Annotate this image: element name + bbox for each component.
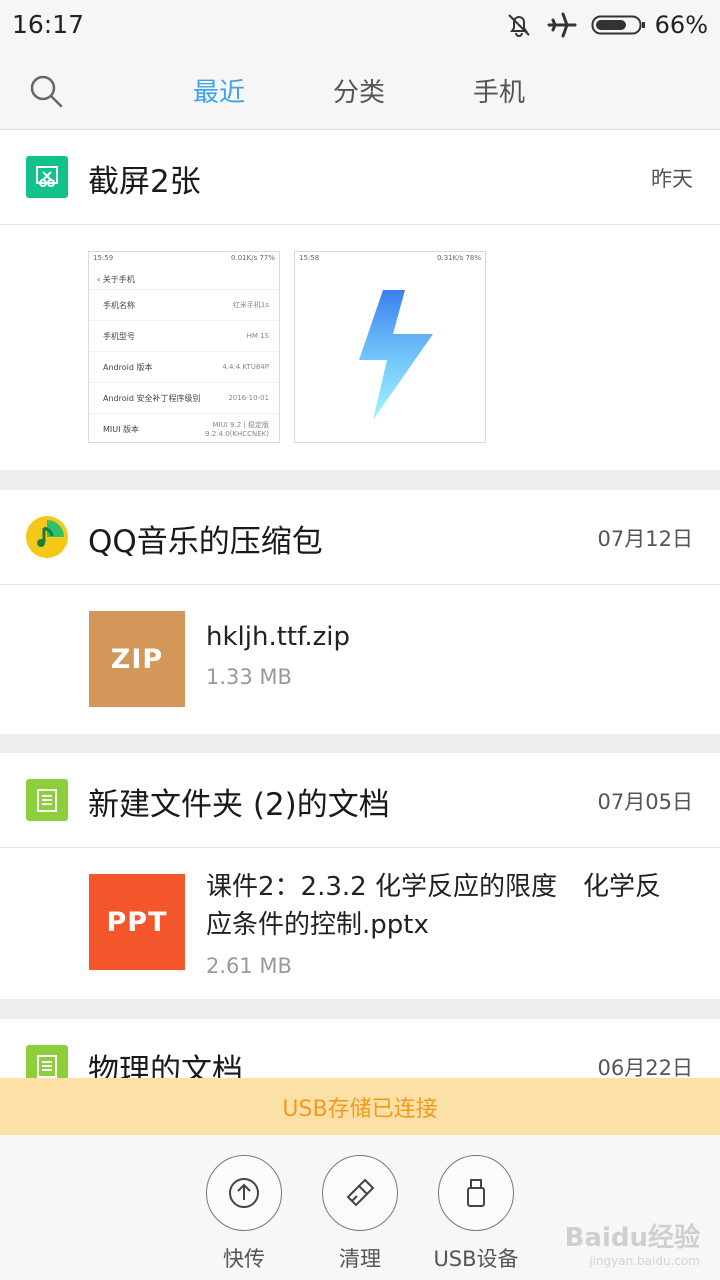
- battery-percent: 66%: [654, 11, 708, 39]
- usb-connected-banner[interactable]: USB存储已连接: [0, 1078, 720, 1135]
- thumb-title-text: 关于手机: [102, 275, 135, 284]
- group-title: 截屏2张: [88, 164, 201, 200]
- thumb-row-label: MIUI 版本: [103, 424, 140, 434]
- thumb-title: ‹ 关于手机: [89, 270, 279, 290]
- group-header[interactable]: 截屏2张 昨天: [0, 130, 720, 225]
- thumb-time: 15:59: [93, 254, 114, 262]
- file-name-line1: 课件2：2.3.2 化学反应的限度 化学反: [206, 872, 661, 902]
- search-button[interactable]: [27, 72, 65, 110]
- group-date: 昨天: [651, 167, 693, 191]
- action-label: 快传: [223, 1247, 265, 1271]
- silent-bell-icon: [505, 11, 533, 39]
- screenshot-thumbnail[interactable]: 15:58 0.31K/s 78%: [294, 251, 486, 443]
- thumb-row-value: 2016-10-01: [228, 394, 269, 402]
- group-new-folder-docs: 新建文件夹 (2)的文档 07月05日 PPT 课件2：2.3.2 化学反应的限…: [0, 753, 720, 999]
- group-title: QQ音乐的压缩包: [88, 524, 323, 560]
- clean-button[interactable]: 清理: [300, 1155, 420, 1273]
- thumb-row-value: MIUI 9.2 | 稳定版 9.2.4.0(KHCCNEK): [205, 421, 269, 438]
- group-date: 07月05日: [597, 790, 693, 814]
- group-screenshots: 截屏2张 昨天 15:59 0.01K/s 77% ‹ 关于手机 手机名称 红米手…: [0, 130, 720, 470]
- screenshot-icon: [26, 156, 68, 198]
- watermark-url: jingyan.baidu.com: [589, 1254, 700, 1268]
- thumb-status: 15:58 0.31K/s 78%: [295, 252, 485, 270]
- file-item[interactable]: PPT 课件2：2.3.2 化学反应的限度 化学反 应条件的控制.pptx 2.…: [0, 848, 720, 999]
- tab-recent[interactable]: 最近: [193, 72, 245, 109]
- quick-transfer-button[interactable]: 快传: [184, 1155, 304, 1273]
- lightning-bolt-icon: [359, 290, 433, 420]
- thumb-row-label: Android 版本: [103, 362, 153, 372]
- group-header[interactable]: 新建文件夹 (2)的文档 07月05日: [0, 753, 720, 848]
- status-bar: 16:17 66%: [0, 0, 720, 52]
- thumb-row: MIUI 版本 MIUI 9.2 | 稳定版 9.2.4.0(KHCCNEK): [89, 414, 279, 442]
- group-date: 07月12日: [597, 527, 693, 551]
- group-qqmusic: QQ音乐的压缩包 07月12日 ZIP hkljh.ttf.zip 1.33 M…: [0, 490, 720, 734]
- thumb-row-label: 手机名称: [103, 300, 135, 310]
- thumb-time: 15:58: [299, 254, 320, 262]
- broom-icon: [322, 1155, 398, 1231]
- thumb-row-value: 4.4.4 KTU84P: [222, 363, 269, 371]
- bottom-action-bar: 快传 清理 USB设备 Baidu经验 jingyan.baidu.com: [0, 1135, 720, 1280]
- qq-music-icon: [26, 516, 68, 558]
- file-size: 2.61 MB: [206, 954, 292, 978]
- group-title: 新建文件夹 (2)的文档: [88, 787, 390, 823]
- file-item[interactable]: ZIP hkljh.ttf.zip 1.33 MB: [0, 585, 720, 734]
- thumb-status: 15:59 0.01K/s 77%: [89, 252, 279, 270]
- thumb-row-value: 红米手机1s: [232, 301, 269, 309]
- usb-device-button[interactable]: USB设备: [416, 1155, 536, 1273]
- thumb-row: Android 安全补丁程序级别 2016-10-01: [89, 383, 279, 414]
- search-icon: [30, 75, 63, 108]
- screenshot-thumbnail[interactable]: 15:59 0.01K/s 77% ‹ 关于手机 手机名称 红米手机1s 手机型号…: [88, 251, 280, 443]
- usb-drive-icon: [438, 1155, 514, 1231]
- thumb-status-right: 0.01K/s 77%: [231, 254, 275, 262]
- file-name-line2: 应条件的控制.pptx: [206, 910, 429, 940]
- top-bar: 最近 分类 手机: [0, 52, 720, 130]
- watermark: Baidu经验 jingyan.baidu.com: [565, 1217, 700, 1268]
- status-icons: 66%: [491, 8, 708, 42]
- status-time: 16:17: [12, 10, 85, 39]
- zip-file-icon: ZIP: [89, 611, 185, 707]
- thumb-row: Android 版本 4.4.4 KTU84P: [89, 352, 279, 383]
- airplane-icon: [547, 11, 577, 39]
- thumb-row-value: HM 1S: [246, 332, 269, 340]
- thumb-row-label: Android 安全补丁程序级别: [103, 393, 201, 403]
- file-size: 1.33 MB: [206, 665, 292, 689]
- document-folder-icon: [26, 779, 68, 821]
- thumb-status-right: 0.31K/s 78%: [437, 254, 481, 262]
- file-name: hkljh.ttf.zip: [206, 622, 351, 652]
- thumb-row: 手机名称 红米手机1s: [89, 290, 279, 321]
- watermark-logo: Baidu经验: [564, 1223, 700, 1253]
- ppt-file-icon: PPT: [89, 874, 185, 970]
- upload-icon: [206, 1155, 282, 1231]
- thumb-row: 手机型号 HM 1S: [89, 321, 279, 352]
- group-header[interactable]: QQ音乐的压缩包 07月12日: [0, 490, 720, 585]
- action-label: 清理: [339, 1247, 381, 1271]
- tab-phone[interactable]: 手机: [473, 72, 525, 109]
- action-label: USB设备: [433, 1247, 519, 1271]
- thumb-row-label: 手机型号: [103, 331, 135, 341]
- battery-icon: [591, 13, 647, 37]
- tab-category[interactable]: 分类: [333, 72, 385, 109]
